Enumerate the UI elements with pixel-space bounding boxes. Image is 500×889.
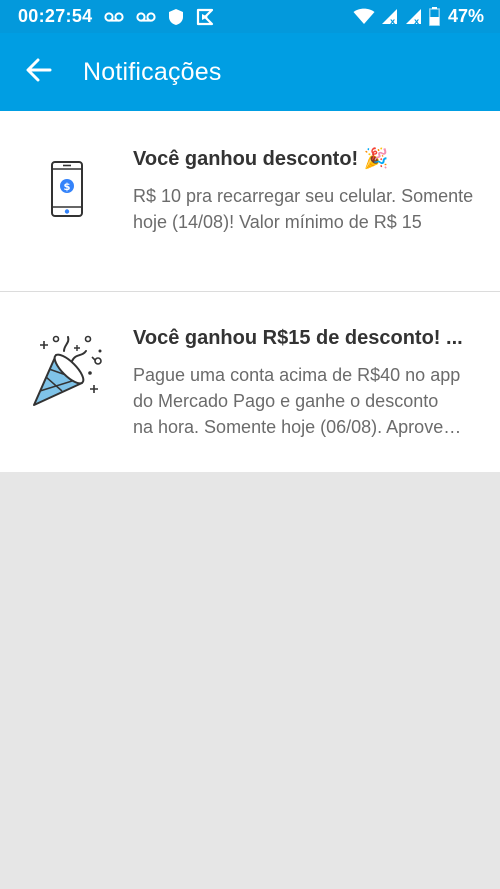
svg-text:$: $ [63, 182, 70, 193]
status-bar: 00:27:54 x x 47% [0, 0, 500, 33]
page-title: Notificações [83, 57, 222, 86]
notification-title: Você ganhou desconto! 🎉 [133, 148, 389, 170]
battery-percent: 47% [447, 6, 484, 26]
app-bar: Notificações [0, 33, 500, 111]
signal-icon: x [405, 8, 423, 25]
voicemail-icon [136, 11, 157, 23]
arrow-left-icon [26, 58, 52, 87]
status-time: 00:27:54 [18, 6, 93, 26]
notification-item[interactable]: Você ganhou R$15 de desconto! ... Pague … [0, 292, 500, 472]
wifi-icon [353, 8, 375, 25]
notification-body: Pague uma conta acima de R$40 no app do … [133, 365, 462, 437]
signal-icon: x [381, 8, 399, 25]
back-button[interactable] [0, 33, 78, 111]
party-emoji-icon: 🎉 [363, 148, 389, 170]
svg-text:x: x [390, 17, 396, 25]
notification-item[interactable]: $ Você ganhou desconto! 🎉 R$ 10 pra reca… [0, 111, 500, 292]
notification-body: R$ 10 pra recarregar seu celular. Soment… [133, 186, 474, 232]
notification-list: $ Você ganhou desconto! 🎉 R$ 10 pra reca… [0, 111, 500, 472]
app-icon [196, 8, 214, 26]
voicemail-icon [104, 11, 125, 23]
battery-icon [429, 7, 440, 26]
svg-text:x: x [414, 17, 420, 25]
party-popper-icon [30, 331, 104, 472]
notification-title: Você ganhou R$15 de desconto! ... [133, 327, 463, 349]
shield-icon [168, 8, 184, 26]
phone-dollar-icon: $ [50, 160, 84, 291]
